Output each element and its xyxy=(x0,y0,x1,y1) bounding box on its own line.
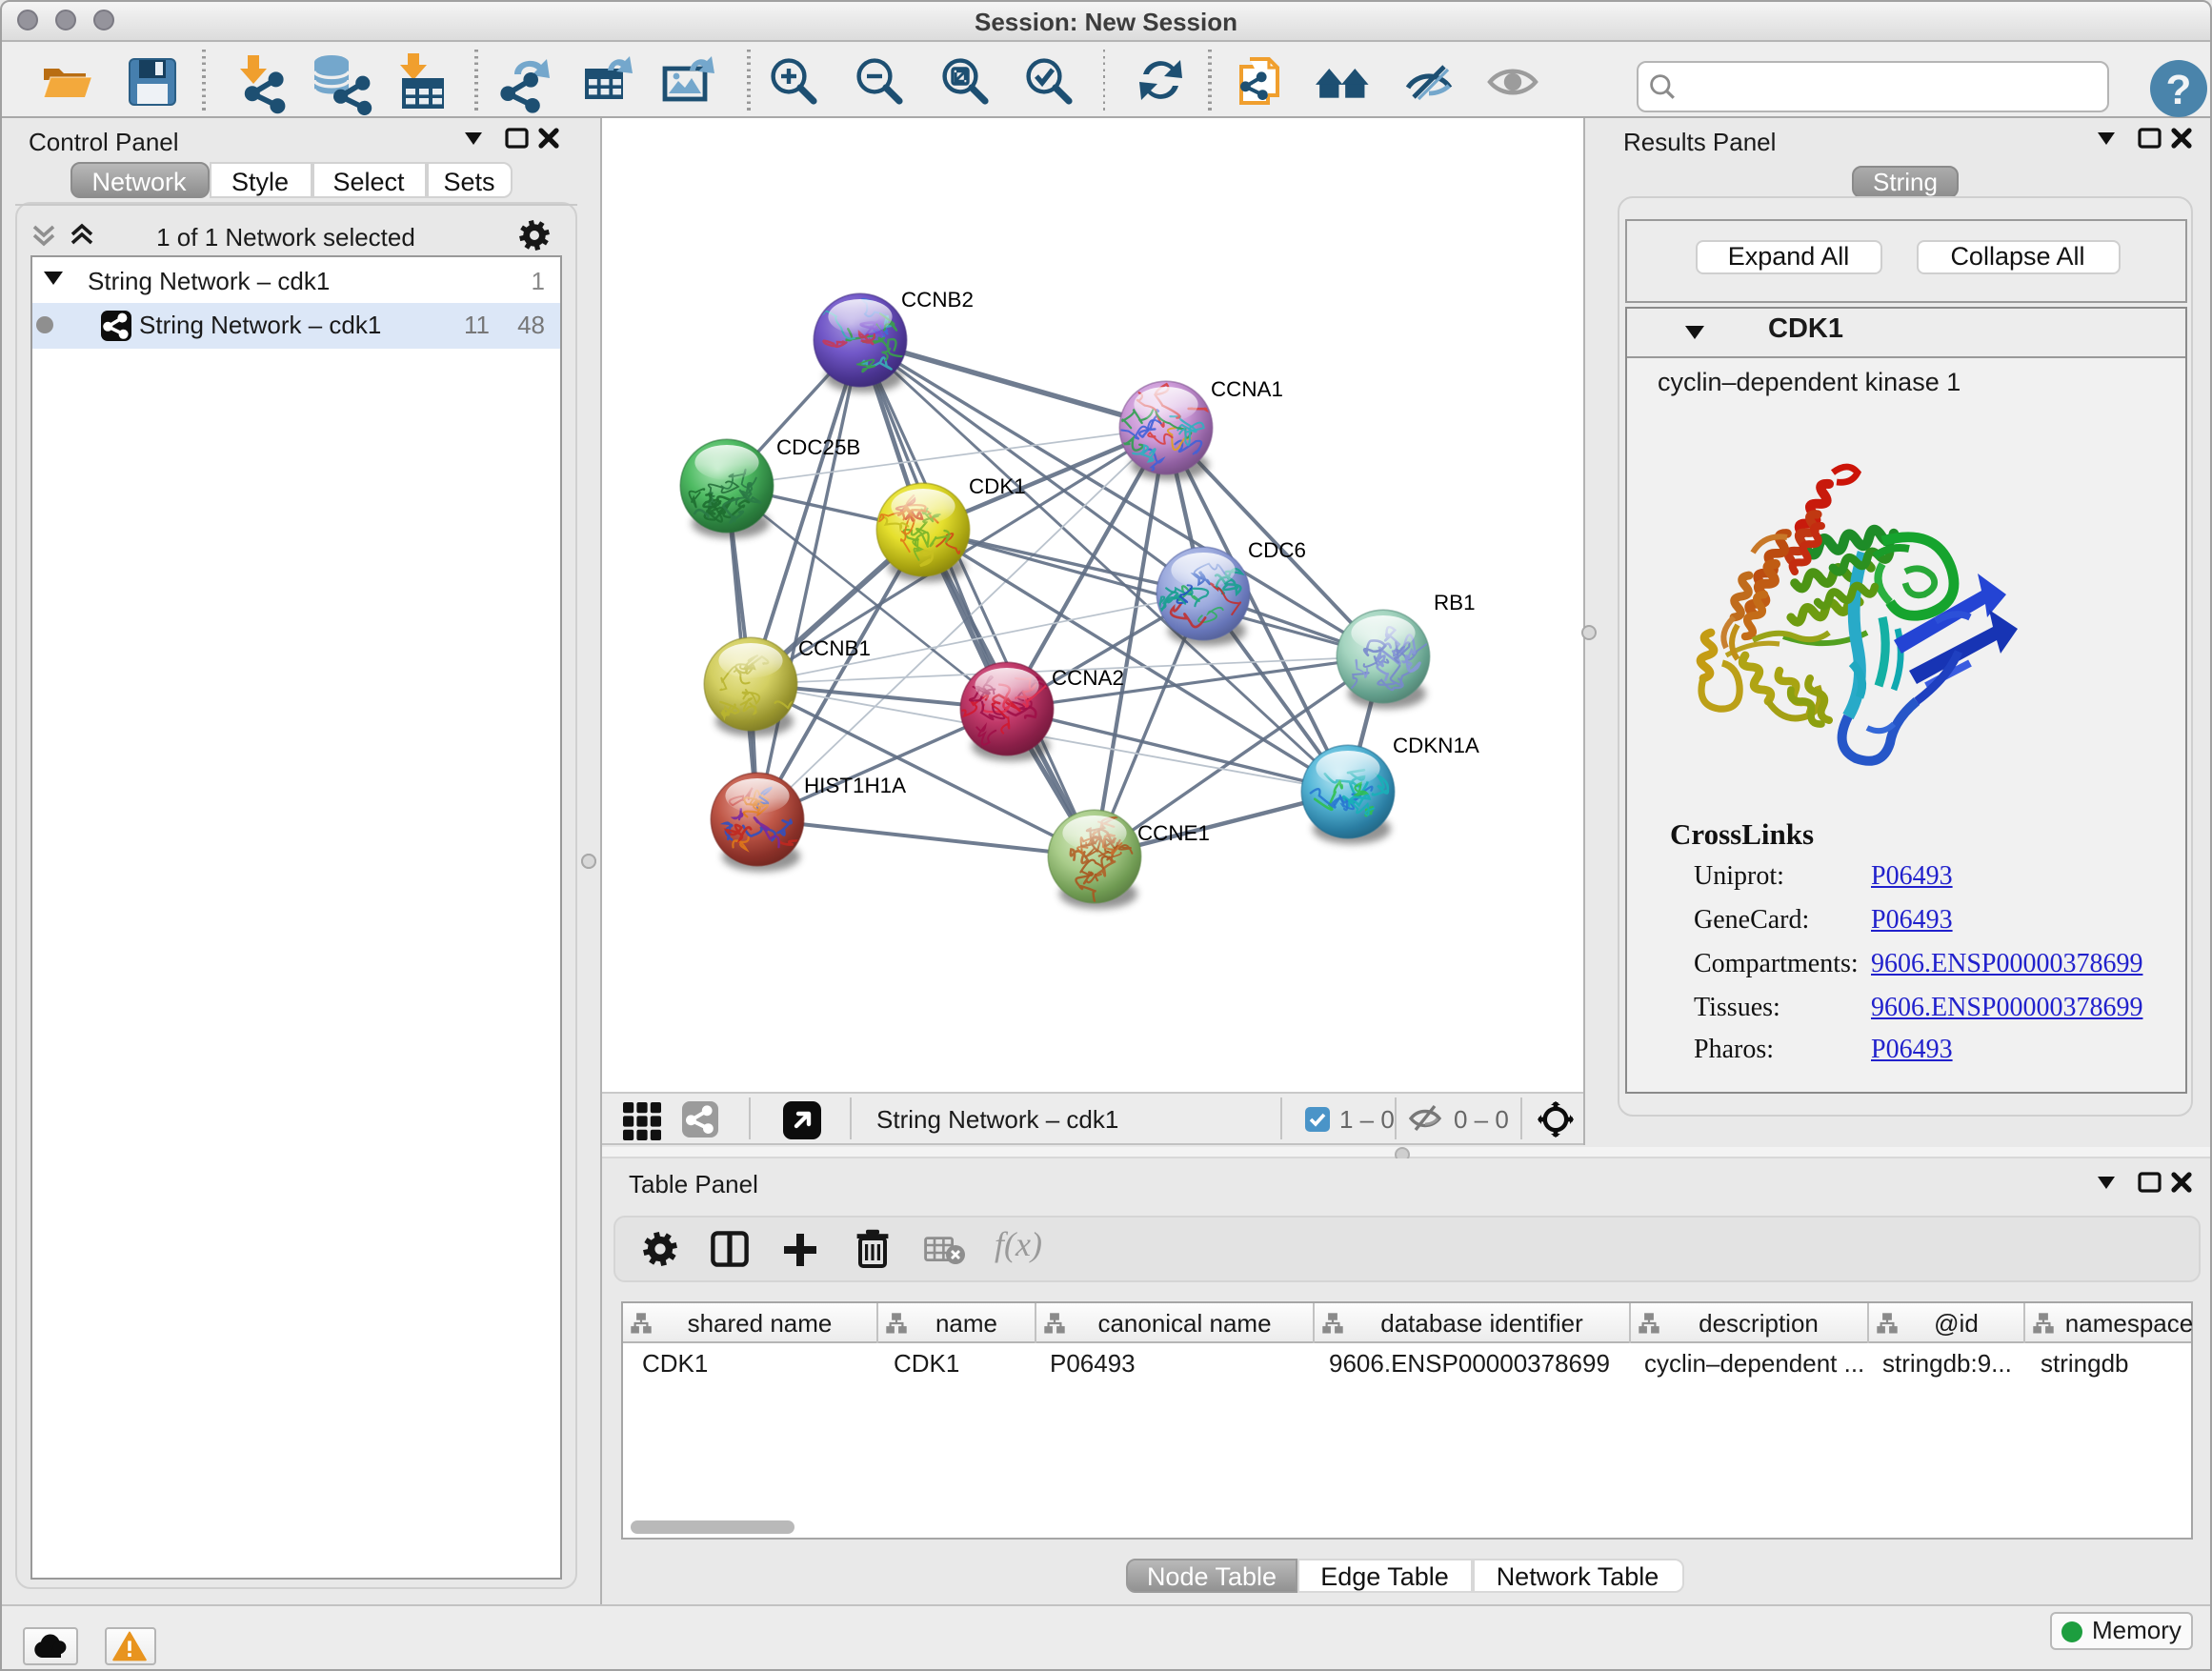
svg-text:CCNA2: CCNA2 xyxy=(1052,666,1124,690)
svg-text:CCNA1: CCNA1 xyxy=(1211,377,1283,401)
svg-text:?: ? xyxy=(2166,67,2192,113)
svg-text:CCNB1: CCNB1 xyxy=(798,636,871,660)
svg-text:CCNE1: CCNE1 xyxy=(1137,821,1210,845)
svg-text:CDKN1A: CDKN1A xyxy=(1393,734,1479,757)
svg-text:CDC6: CDC6 xyxy=(1248,538,1306,562)
svg-text:CDK1: CDK1 xyxy=(969,474,1026,498)
svg-text:CCNB2: CCNB2 xyxy=(901,288,974,312)
svg-text:RB1: RB1 xyxy=(1434,591,1476,614)
svg-text:HIST1H1A: HIST1H1A xyxy=(804,774,906,797)
svg-text:CDC25B: CDC25B xyxy=(776,435,860,459)
